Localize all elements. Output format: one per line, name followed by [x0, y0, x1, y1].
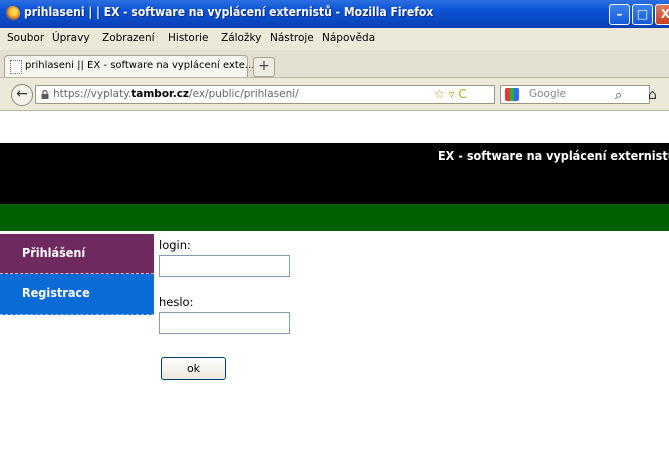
header-band [0, 204, 669, 231]
bookmark-star-icon[interactable]: ☆ ▿ C [434, 87, 467, 101]
tab-label: prihlaseni || EX - software na vyplácení… [25, 60, 255, 71]
menu-historie[interactable]: Historie [168, 32, 209, 44]
minimize-button[interactable]: – [609, 4, 630, 25]
menu-zobrazeni[interactable]: Zobrazení [102, 32, 155, 44]
menu-soubor[interactable]: Soubor [7, 32, 44, 44]
tab-bar: prihlaseni || EX - software na vyplácení… [0, 50, 669, 78]
search-bar[interactable]: Google [500, 85, 650, 104]
firefox-icon [5, 6, 20, 21]
search-icon[interactable]: ⌕ [615, 88, 622, 103]
menu-napoveda[interactable]: Nápověda [322, 32, 375, 44]
site-title: EX - software na vyplácení externistů [438, 148, 669, 163]
search-placeholder: Google [529, 88, 567, 100]
sidebar-item-label: Přihlášení [22, 245, 86, 260]
navigation-bar: ← https://vyplaty.tambor.cz/ex/public/pr… [0, 78, 669, 111]
password-input[interactable] [159, 312, 290, 334]
sidebar-item-label: Registrace [22, 285, 90, 300]
url-text: https://vyplaty.tambor.cz/ex/public/prih… [53, 88, 299, 100]
menu-zalozky[interactable]: Záložky [221, 32, 261, 44]
window-title-bar: prihlaseni | | EX - software na vyplácen… [0, 0, 669, 29]
page-icon [10, 60, 22, 74]
sidebar-item-prihlaseni[interactable]: Přihlášení [0, 234, 154, 274]
maximize-button[interactable]: □ [632, 4, 653, 25]
url-bar[interactable]: https://vyplaty.tambor.cz/ex/public/prih… [35, 85, 495, 104]
login-input[interactable] [159, 255, 290, 277]
close-button[interactable]: X [655, 4, 669, 25]
lock-icon [41, 90, 49, 99]
window-title: prihlaseni | | EX - software na vyplácen… [24, 5, 434, 19]
google-icon[interactable] [505, 88, 519, 101]
menu-bar: Soubor Úpravy Zobrazení Historie Záložky… [0, 28, 669, 51]
tab-active[interactable]: prihlaseni || EX - software na vyplácení… [4, 55, 255, 77]
sidebar-item-registrace[interactable]: Registrace [0, 274, 154, 315]
back-button[interactable]: ← [11, 84, 33, 106]
new-tab-button[interactable]: + [253, 57, 275, 77]
menu-upravy[interactable]: Úpravy [52, 32, 90, 44]
menu-nastroje[interactable]: Nástroje [270, 32, 314, 44]
home-icon[interactable]: ⌂ [648, 87, 657, 103]
login-label: login: [159, 238, 191, 252]
password-label: heslo: [159, 295, 194, 309]
ok-button[interactable]: ok [161, 357, 226, 380]
